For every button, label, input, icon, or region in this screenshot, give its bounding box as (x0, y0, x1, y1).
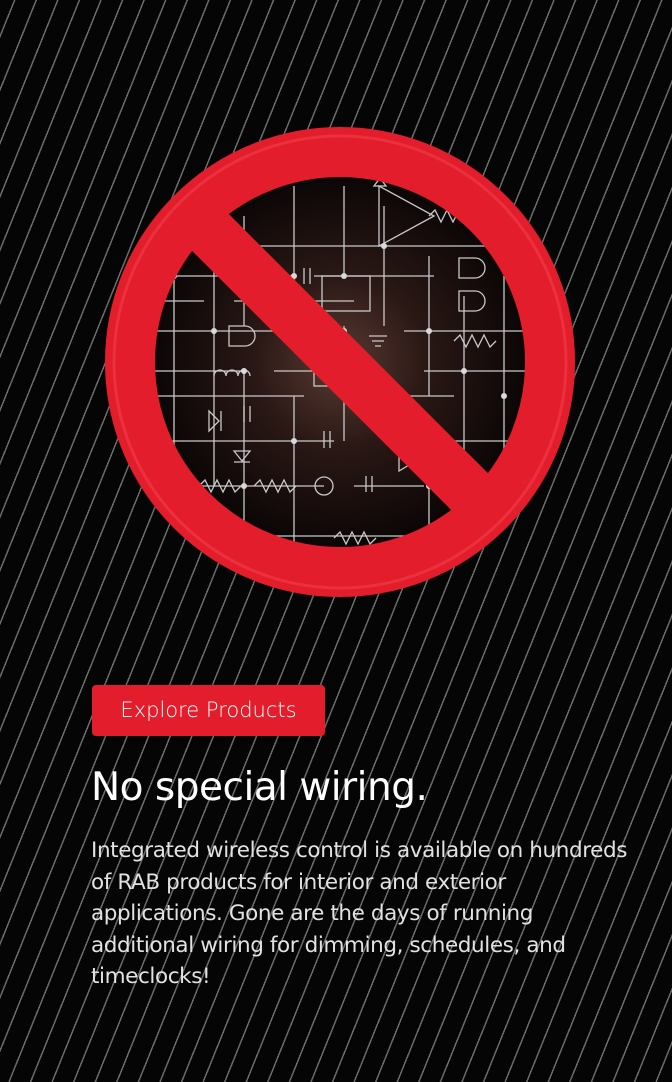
no-wiring-prohibition-icon (105, 127, 575, 597)
page-background: Explore Products No special wiring. Inte… (0, 0, 672, 1082)
headline: No special wiring. (91, 765, 428, 810)
body-copy: Integrated wireless control is available… (91, 838, 628, 989)
explore-products-button[interactable]: Explore Products (92, 685, 325, 736)
